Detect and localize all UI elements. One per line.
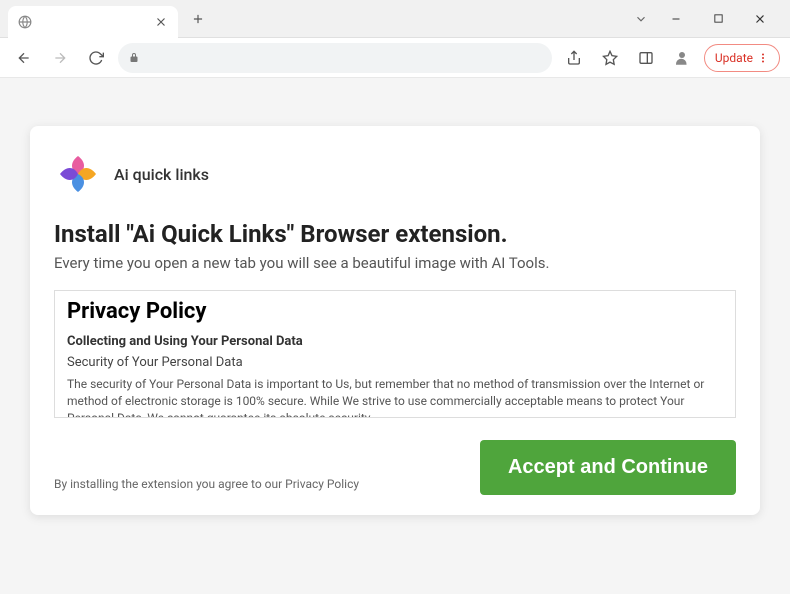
page-viewport: pcrisk.com Ai quick links Install "Ai Qu… xyxy=(0,78,790,594)
headline: Install "Ai Quick Links" Browser extensi… xyxy=(54,220,736,248)
policy-section-body: The security of Your Personal Data is im… xyxy=(67,376,723,418)
window-buttons xyxy=(634,5,782,33)
reload-icon xyxy=(88,50,104,66)
accept-button[interactable]: Accept and Continue xyxy=(480,440,736,495)
share-icon xyxy=(566,50,582,66)
minimize-icon xyxy=(670,13,682,25)
policy-section-heading: Collecting and Using Your Personal Data xyxy=(67,334,723,349)
address-bar[interactable] xyxy=(118,43,552,73)
sidepanel-button[interactable] xyxy=(632,44,660,72)
browser-tab[interactable] xyxy=(8,6,178,38)
profile-button[interactable] xyxy=(668,44,696,72)
privacy-policy-box[interactable]: Privacy Policy Collecting and Using Your… xyxy=(54,290,736,418)
reload-button[interactable] xyxy=(82,44,110,72)
policy-section-sub: Security of Your Personal Data xyxy=(67,355,723,370)
toolbar-actions: Update xyxy=(560,44,780,72)
update-label: Update xyxy=(715,51,753,65)
star-icon xyxy=(602,50,618,66)
arrow-left-icon xyxy=(16,50,32,66)
close-icon[interactable] xyxy=(154,15,168,29)
agree-text: By installing the extension you agree to… xyxy=(54,477,359,495)
card-footer: By installing the extension you agree to… xyxy=(54,440,736,495)
share-button[interactable] xyxy=(560,44,588,72)
brand-icon xyxy=(54,150,102,198)
user-icon xyxy=(673,49,691,67)
panel-icon xyxy=(638,50,654,66)
chevron-down-icon[interactable] xyxy=(634,12,648,26)
brand-name: Ai quick links xyxy=(114,165,209,184)
policy-title: Privacy Policy xyxy=(67,299,723,324)
window-titlebar xyxy=(0,0,790,38)
globe-icon xyxy=(18,15,32,29)
minimize-button[interactable] xyxy=(662,5,690,33)
update-button[interactable]: Update xyxy=(704,44,780,72)
back-button[interactable] xyxy=(10,44,38,72)
maximize-icon xyxy=(713,13,724,24)
browser-toolbar: Update xyxy=(0,38,790,78)
close-window-button[interactable] xyxy=(746,5,774,33)
forward-button[interactable] xyxy=(46,44,74,72)
bookmark-button[interactable] xyxy=(596,44,624,72)
more-icon xyxy=(757,52,769,64)
arrow-right-icon xyxy=(52,50,68,66)
subtitle: Every time you open a new tab you will s… xyxy=(54,254,736,272)
lock-icon xyxy=(128,52,140,64)
maximize-button[interactable] xyxy=(704,5,732,33)
tab-bar xyxy=(8,0,634,37)
brand-row: Ai quick links xyxy=(54,150,736,198)
close-icon xyxy=(753,12,767,26)
new-tab-button[interactable] xyxy=(184,5,212,33)
plus-icon xyxy=(191,12,205,26)
install-card: Ai quick links Install "Ai Quick Links" … xyxy=(30,126,760,515)
